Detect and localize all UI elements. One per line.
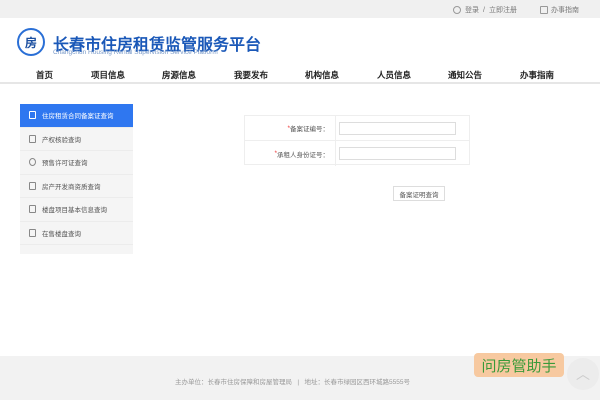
sidebar-item-label: 预售许可证查询 — [42, 160, 88, 168]
building-icon — [29, 228, 36, 237]
id-card-icon — [29, 111, 36, 120]
separator: / — [483, 6, 485, 14]
sidebar-item-developer[interactable]: 房产开发商资质查询 — [20, 175, 133, 198]
nav-agencies[interactable]: 机构信息 — [305, 69, 339, 81]
login-link[interactable]: 登录 — [465, 5, 479, 15]
developer-icon — [29, 181, 36, 190]
register-link[interactable]: 立即注册 — [489, 5, 517, 15]
user-icon — [453, 6, 461, 14]
query-button[interactable]: 备案证明查询 — [393, 186, 445, 201]
main-nav: 首页 项目信息 房源信息 我要发布 机构信息 人员信息 通知公告 办事指南 — [0, 66, 600, 84]
nav-publish[interactable]: 我要发布 — [234, 69, 268, 81]
back-to-top-button[interactable]: ︿ — [567, 358, 599, 390]
building-icon — [29, 205, 36, 214]
sidebar-item-label: 在售楼盘查询 — [42, 230, 81, 238]
sidebar-item-presale-permit[interactable]: 预售许可证查询 — [20, 151, 133, 175]
tenant-id-label: * 承租人身份证号： — [245, 141, 336, 166]
clock-icon — [29, 158, 36, 167]
sidebar-item-project-info[interactable]: 楼盘项目基本信息查询 — [20, 198, 133, 222]
site-subtitle: Changchun Housing Rental Supervision Ser… — [53, 49, 218, 56]
filing-number-input[interactable] — [339, 121, 456, 135]
top-bar: 登录 / 立即注册 办事指南 — [0, 0, 600, 18]
sidebar-item-on-sale[interactable]: 在售楼盘查询 — [20, 222, 133, 245]
nav-home[interactable]: 首页 — [36, 69, 53, 81]
auth-links: 登录 / 立即注册 — [453, 5, 517, 15]
filing-number-label: * 备案证编号： — [245, 116, 336, 140]
sidebar-item-label: 房产开发商资质查询 — [42, 183, 101, 191]
sidebar-item-label: 楼盘项目基本信息查询 — [42, 207, 107, 215]
nav-notices[interactable]: 通知公告 — [448, 69, 482, 81]
sidebar-item-label: 产权核验查询 — [42, 136, 81, 144]
query-form: * 备案证编号： * 承租人身份证号： — [244, 115, 470, 166]
guide-link[interactable]: 办事指南 — [551, 5, 579, 15]
sidebar: 住房租赁合同备案证查询 产权核验查询 预售许可证查询 房产开发商资质查询 楼盘项… — [20, 104, 133, 254]
label-text: 承租人身份证号： — [277, 151, 329, 159]
logo[interactable]: 房 — [17, 28, 45, 56]
certificate-icon — [29, 134, 36, 143]
nav-personnel[interactable]: 人员信息 — [377, 69, 411, 81]
tenant-id-input[interactable] — [339, 147, 456, 160]
nav-projects[interactable]: 项目信息 — [91, 69, 125, 81]
document-icon — [540, 6, 548, 14]
assistant-badge[interactable]: 问房管助手 — [474, 353, 564, 377]
footer-text: 主办单位：长春市住房保障和房屋管理局 | 地址：长春市绿园区西环城路5555号 — [175, 379, 410, 386]
sidebar-item-contract-filing[interactable]: 住房租赁合同备案证查询 — [20, 104, 133, 128]
label-text: 备案证编号： — [290, 126, 329, 133]
nav-listings[interactable]: 房源信息 — [162, 69, 196, 81]
sidebar-item-label: 住房租赁合同备案证查询 — [42, 113, 114, 121]
nav-guide[interactable]: 办事指南 — [520, 69, 554, 81]
sidebar-item-property-verify[interactable]: 产权核验查询 — [20, 128, 133, 151]
